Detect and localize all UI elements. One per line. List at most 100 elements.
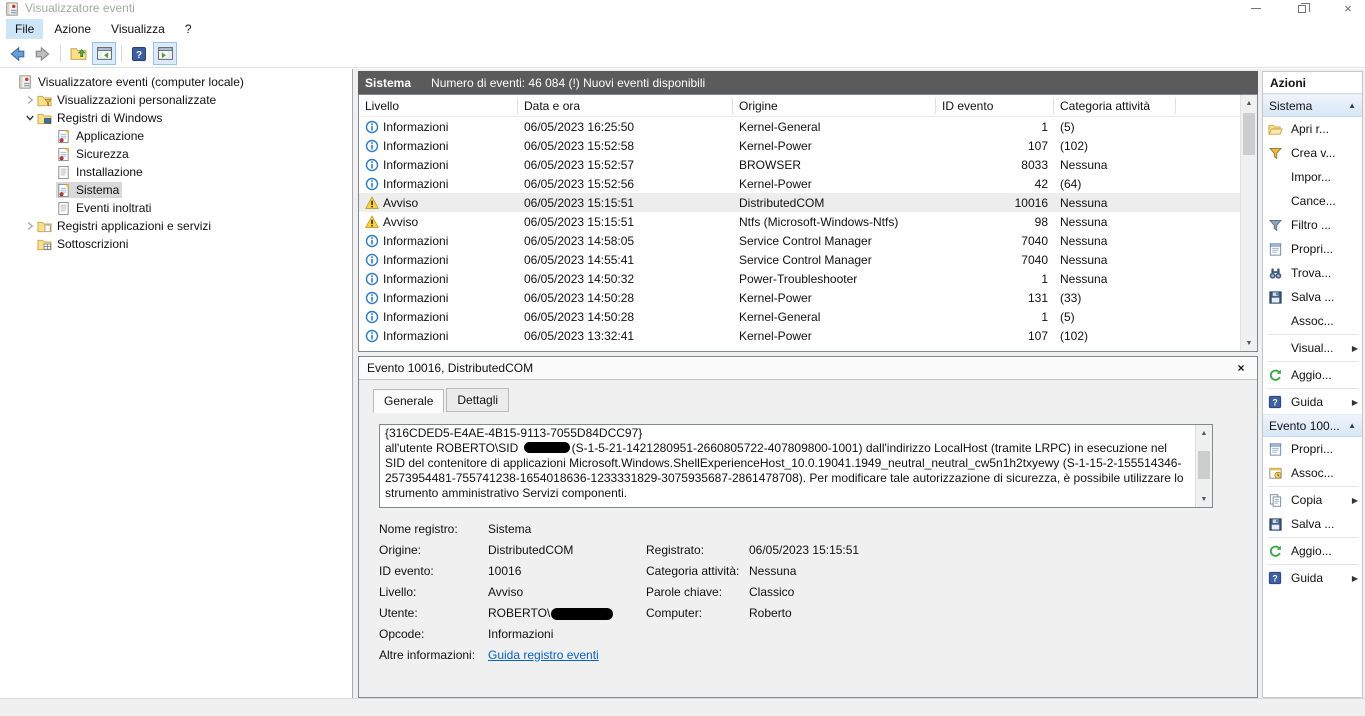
table-row[interactable]: Informazioni 06/05/2023 14:58:05 Service C…: [359, 231, 1242, 250]
event-category-cell: (64): [1060, 176, 1082, 191]
table-row[interactable]: Avviso 06/05/2023 15:15:51 DistributedCOM 1…: [359, 193, 1242, 212]
table-row[interactable]: Informazioni 06/05/2023 13:32:41 Kernel-Po…: [359, 326, 1242, 345]
sidebar-item-registri-di-windows[interactable]: Registri di Windows: [0, 109, 352, 127]
table-row[interactable]: Informazioni 06/05/2023 14:50:32 Power-Tro…: [359, 269, 1242, 288]
sidebar-item-sistema[interactable]: Sistema: [0, 181, 352, 199]
chevron-down-icon[interactable]: [23, 113, 37, 123]
column-header-id-evento[interactable]: ID evento: [936, 97, 1054, 114]
table-row[interactable]: Informazioni 06/05/2023 14:50:28 Kernel-Ge…: [359, 307, 1242, 326]
action-item-impor[interactable]: Impor...: [1263, 165, 1362, 189]
info-icon: [365, 177, 379, 191]
column-header-data-e-ora[interactable]: Data e ora: [518, 97, 733, 114]
action-item-trova[interactable]: Trova...: [1263, 261, 1362, 285]
sidebar-item-installazione[interactable]: Installazione: [0, 163, 352, 181]
table-row[interactable]: Informazioni 06/05/2023 14:50:28 Kernel-Po…: [359, 288, 1242, 307]
forward-button[interactable]: [31, 42, 55, 65]
action-item-propri[interactable]: Propri...: [1263, 437, 1362, 461]
actions-section-header[interactable]: Evento 100... ▲: [1263, 414, 1362, 437]
column-header-livello[interactable]: Livello: [359, 97, 518, 114]
event-level-cell: Informazioni: [359, 234, 518, 248]
event-source-cell: Kernel-Power: [739, 328, 812, 343]
detail-close-button[interactable]: ×: [1233, 361, 1249, 375]
open-saved-log-button[interactable]: [66, 42, 90, 65]
event-datetime-cell: 06/05/2023 15:15:51: [524, 195, 635, 210]
action-item-guida[interactable]: ? Guida ▶: [1263, 390, 1362, 414]
minimize-icon: [1251, 8, 1261, 9]
action-item-propri[interactable]: Propri...: [1263, 237, 1362, 261]
event-source-cell: Power-Troubleshooter: [739, 271, 858, 286]
scroll-up-icon[interactable]: ▲: [1196, 425, 1212, 441]
action-item-filtro[interactable]: Filtro ...: [1263, 213, 1362, 237]
action-item-visual[interactable]: Visual... ▶: [1263, 336, 1362, 360]
show-console-tree-button[interactable]: [92, 42, 116, 65]
action-item-assoc[interactable]: Assoc...: [1263, 309, 1362, 333]
sidebar-item-sottoscrizioni[interactable]: Sottoscrizioni: [0, 235, 352, 253]
restore-button[interactable]: [1293, 1, 1311, 17]
sidebar-item-registri-applicazioni-e-servizi[interactable]: Registri applicazioni e servizi: [0, 217, 352, 235]
sidebar-item-sicurezza[interactable]: Sicurezza: [0, 145, 352, 163]
table-row[interactable]: Informazioni 06/05/2023 15:52:58 Kernel-Po…: [359, 136, 1242, 155]
message-scrollbar[interactable]: ▲ ▼: [1195, 425, 1212, 507]
submenu-arrow-icon: ▶: [1351, 343, 1358, 353]
column-header-categoria-attivit-[interactable]: Categoria attività: [1054, 97, 1176, 114]
help-toolbar-icon: ?: [131, 46, 147, 62]
event-datetime-cell: 06/05/2023 14:50:32: [524, 271, 635, 286]
action-item-salva[interactable]: Salva ...: [1263, 512, 1362, 536]
sidebar-item-applicazione[interactable]: Applicazione: [0, 127, 352, 145]
table-row[interactable]: Informazioni 06/05/2023 15:52:57 BROWSER 80…: [359, 155, 1242, 174]
properties-icon: [1268, 241, 1285, 257]
event-message-box[interactable]: {316CDED5-E4AE-4B15-9113-7055D84DCC97} a…: [379, 424, 1213, 508]
action-item-label: Apri r...: [1291, 122, 1330, 136]
action-item-creav[interactable]: Crea v...: [1263, 141, 1362, 165]
event-message-guid: {316CDED5-E4AE-4B15-9113-7055D84DCC97}: [385, 426, 643, 440]
back-button[interactable]: [5, 42, 29, 65]
event-level-text: Informazioni: [383, 309, 449, 324]
actions-pane: Azioni Sistema ▲ Apri r... Crea v... Impor..…: [1262, 71, 1363, 698]
event-log-help-link[interactable]: Guida registro eventi: [488, 648, 599, 662]
action-item-assoc[interactable]: Assoc...: [1263, 461, 1362, 485]
column-header-origine[interactable]: Origine: [733, 97, 936, 114]
help-button[interactable]: ?: [127, 42, 151, 65]
tab-dettagli[interactable]: Dettagli: [446, 388, 510, 412]
action-item-aprir[interactable]: Apri r...: [1263, 117, 1362, 141]
show-action-pane-button[interactable]: [153, 42, 177, 65]
menu-item-visualizza[interactable]: Visualizza: [102, 19, 174, 39]
scroll-thumb[interactable]: [1243, 113, 1255, 155]
action-item-guida[interactable]: ? Guida ▶: [1263, 566, 1362, 590]
action-item-aggio[interactable]: Aggio...: [1263, 363, 1362, 387]
scroll-down-icon[interactable]: ▼: [1196, 491, 1212, 507]
close-button[interactable]: ×: [1339, 1, 1357, 17]
field-label: Origine:: [379, 542, 422, 557]
sidebar-item-visualizzazioni-personalizzate[interactable]: Visualizzazioni personalizzate: [0, 91, 352, 109]
chevron-right-icon[interactable]: [23, 221, 37, 231]
event-datetime-cell: 06/05/2023 14:50:28: [524, 290, 635, 305]
table-row[interactable]: Avviso 06/05/2023 15:15:51 Ntfs (Microsoft…: [359, 212, 1242, 231]
action-item-copia[interactable]: Copia ▶: [1263, 488, 1362, 512]
table-row[interactable]: Informazioni 06/05/2023 14:55:41 Service C…: [359, 250, 1242, 269]
action-item-cance[interactable]: Cance...: [1263, 189, 1362, 213]
table-row[interactable]: Informazioni 06/05/2023 16:25:50 Kernel-Ge…: [359, 117, 1242, 136]
action-item-salva[interactable]: Salva ...: [1263, 285, 1362, 309]
event-id-cell: 10016: [1014, 195, 1048, 210]
menu-item-?[interactable]: ?: [176, 19, 201, 39]
actions-separator: [1267, 361, 1358, 362]
tab-generale[interactable]: Generale: [373, 389, 445, 413]
menu-item-azione[interactable]: Azione: [45, 19, 100, 39]
table-scrollbar[interactable]: ▲ ▼: [1240, 95, 1257, 351]
tree-item-label: Sistema: [76, 183, 120, 197]
actions-section-header[interactable]: Sistema ▲: [1263, 94, 1362, 117]
menu-item-file[interactable]: File: [6, 18, 44, 39]
table-row[interactable]: Informazioni 06/05/2023 15:52:56 Kernel-Po…: [359, 174, 1242, 193]
event-id-cell: 107: [1027, 328, 1048, 343]
field-label: Utente:: [379, 605, 418, 620]
sidebar-item-eventi-inoltrati[interactable]: Eventi inoltrati: [0, 199, 352, 217]
sidebar-item-visualizzatore-eventi-computer-locale-[interactable]: Visualizzatore eventi (computer locale): [0, 73, 352, 91]
scroll-thumb[interactable]: [1198, 451, 1210, 479]
collapse-arrow-icon: ▲: [1348, 421, 1356, 430]
scroll-down-icon[interactable]: ▼: [1241, 335, 1257, 351]
minimize-button[interactable]: [1247, 1, 1265, 17]
scroll-up-icon[interactable]: ▲: [1241, 95, 1257, 111]
chevron-right-icon[interactable]: [23, 95, 37, 105]
content-area: Visualizzatore eventi (computer locale) V…: [0, 69, 1365, 698]
action-item-aggio[interactable]: Aggio...: [1263, 539, 1362, 563]
